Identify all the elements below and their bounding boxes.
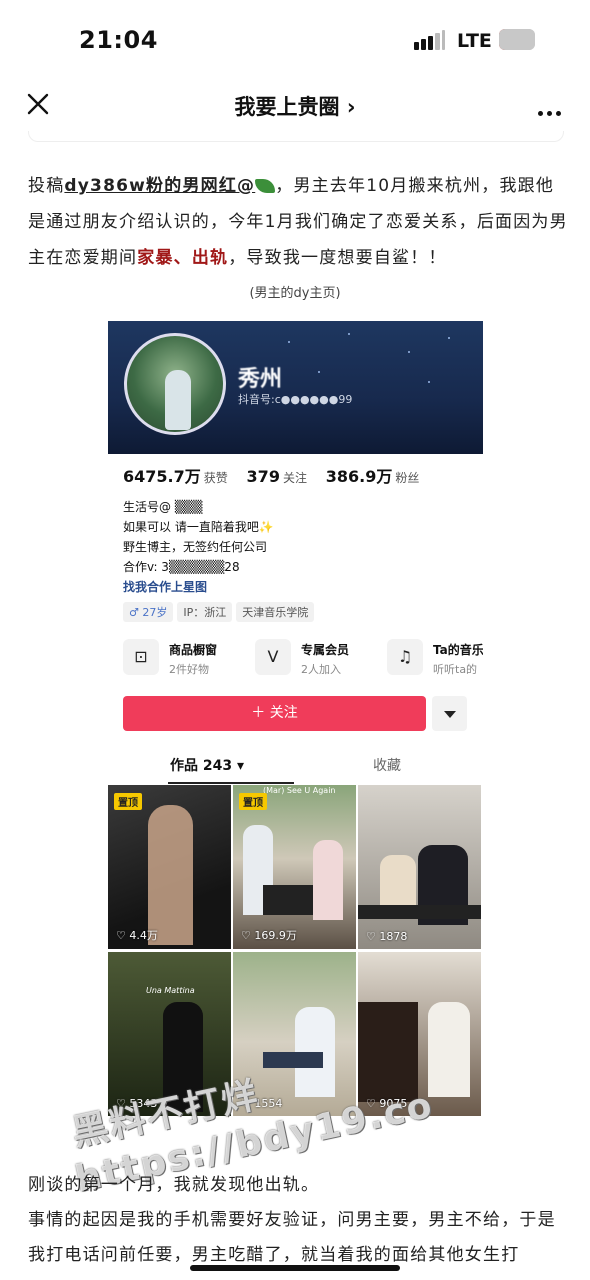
tab-works[interactable]: 作品 243 ▾ (170, 755, 244, 775)
status-bar: 21:04 LTE 13 (0, 0, 590, 80)
network-label: LTE (457, 30, 492, 52)
image-caption: (男主的dy主页) (249, 286, 341, 301)
pinned-badge: 置顶 (239, 793, 267, 810)
gender-age-tag: ♂ 27岁 (123, 602, 174, 622)
shop-window-icon: ⊡ (123, 639, 159, 675)
douyin-id: 抖音号:c●●●●●●99 (238, 393, 353, 406)
video-overlay-text: Una Mattina (146, 986, 195, 995)
pinned-badge: 置顶 (114, 793, 142, 810)
profile-tabs: 作品 243 ▾ 收藏 (108, 749, 483, 785)
video-thumbnail[interactable]: ♡ 1878 (358, 785, 481, 949)
ip-tag: IP：浙江 (177, 602, 233, 622)
tab-favorites[interactable]: 收藏 (373, 755, 401, 775)
article-paragraph-1: 投稿dy386w粉的男网红@ ，男主去年10月搬来杭州，我跟他是通过朋友介绍认识的… (28, 176, 568, 268)
battery-nub (499, 29, 535, 50)
service-row: ⊡ 商品橱窗 2件好物 V 专属会员 2人加入 ♫ Ta的音乐 听听ta的 (123, 639, 483, 679)
article-paragraph-2: 刚谈的第一个月，我就发现他出轨。 事情的起因是我的手机需要好友验证，问男主要，男… (28, 1175, 556, 1265)
nav-bar: 我要上贵圈 › (0, 80, 590, 130)
home-indicator[interactable] (190, 1265, 400, 1271)
avatar[interactable] (124, 333, 226, 435)
video-thumbnail[interactable]: 置顶 ♡ 4.4万 (108, 785, 231, 949)
profile-stats: 6475.7万 获赞 379 关注 386.9万 粉丝 (123, 467, 420, 486)
like-count: ♡ 4.4万 (116, 929, 158, 942)
profile-name: 秀州 (238, 367, 283, 392)
like-count: ♡ 169.9万 (241, 929, 297, 942)
like-count: ♡ 1878 (366, 930, 408, 943)
account-mention-link[interactable]: dy386w粉的男网红@ (64, 176, 255, 196)
signal-icon (414, 30, 446, 50)
caret-down-icon (444, 711, 456, 718)
video-overlay-text: (Mar) See U Again (263, 786, 336, 795)
page-title[interactable]: 我要上贵圈 › (0, 91, 590, 121)
school-tag: 天津音乐学院 (236, 602, 315, 622)
profile-screenshot: 秀州 抖音号:c●●●●●●99 6475.7万 获赞 379 关注 386.9万粉… (108, 321, 483, 1116)
follow-button[interactable]: ＋ 关注 (123, 696, 426, 731)
video-thumbnail[interactable]: (Mar) See U Again 置顶 ♡ 169.9万 (233, 785, 356, 949)
tab-indicator (168, 782, 294, 784)
music-note-icon: ♫ (387, 639, 423, 675)
profile-bio: 生活号@ ▒▒▒ 如果可以 请一直陪着我吧✨ 野生博主，无签约任何公司 合作v:… (123, 497, 274, 597)
clock: 21:04 (79, 26, 158, 54)
cooperation-link[interactable]: 找我合作上星图 (123, 577, 274, 597)
chevron-right-icon: › (346, 95, 356, 119)
membership-button[interactable]: V 专属会员 2人加入 (255, 639, 385, 679)
more-icon[interactable] (538, 101, 565, 120)
nav-divider (28, 131, 564, 142)
video-grid: 置顶 ♡ 4.4万 (Mar) See U Again 置顶 ♡ 169.9万 … (108, 785, 483, 1116)
leaf-emoji-icon (255, 179, 276, 193)
more-dropdown-button[interactable] (432, 696, 467, 731)
profile-tags: ♂ 27岁 IP：浙江 天津音乐学院 (123, 601, 318, 622)
shop-window-button[interactable]: ⊡ 商品橱窗 2件好物 (123, 639, 253, 679)
membership-icon: V (255, 639, 291, 675)
music-button[interactable]: ♫ Ta的音乐 听听ta的 (387, 639, 483, 679)
